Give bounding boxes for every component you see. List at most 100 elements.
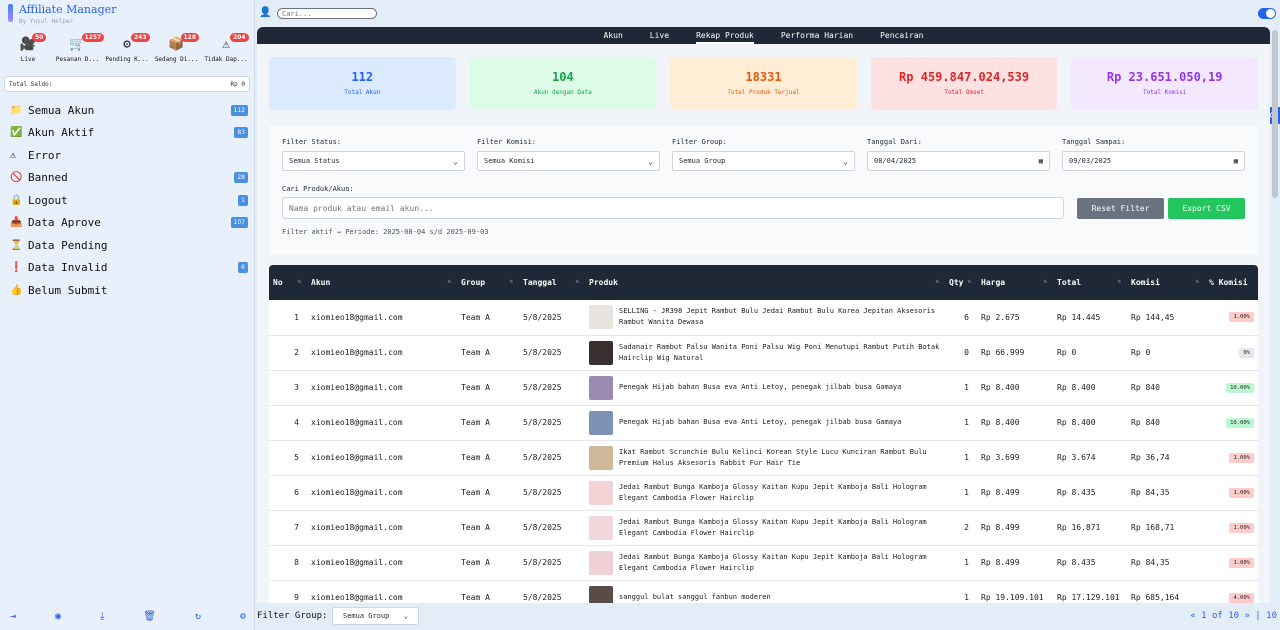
table-row[interactable]: 9 xiomieo18@gmail.com Team A 5/8/2025 sanggu… — [269, 580, 1258, 603]
cell-no: 9 — [294, 593, 299, 602]
cell-no: 6 — [294, 488, 299, 497]
filter-status-select[interactable]: Semua Status ⌄ — [282, 151, 465, 171]
search-input[interactable] — [277, 8, 377, 19]
pagination[interactable]: « 1 of 10 » | 10 — [1190, 611, 1277, 621]
sidebar-item[interactable]: 👍 Belum Submit — [10, 279, 248, 302]
page-size[interactable]: 10 — [1266, 611, 1277, 621]
product-thumbnail[interactable] — [589, 550, 613, 575]
scrollbar[interactable] — [1272, 30, 1278, 198]
tab[interactable]: Akun — [604, 27, 623, 44]
column-header[interactable]: Akun ⇅ — [307, 265, 457, 300]
settings-icon[interactable]: ⚙ — [240, 611, 246, 622]
column-header-label: Group — [461, 278, 486, 287]
status-shortcut[interactable]: 🎥 50 Live — [4, 33, 52, 63]
product-thumbnail[interactable] — [589, 480, 613, 505]
filter-komisi-select[interactable]: Semua Komisi ⌄ — [477, 151, 660, 171]
product-name: Ikat Rambut Scrunchie Bulu Kelinci Korea… — [619, 447, 927, 467]
sidebar-item-label: Belum Submit — [28, 283, 108, 297]
main-panel: Akun Live Rekap Produk Performa Harian Penca… — [257, 27, 1270, 603]
table-row[interactable]: 3 xiomieo18@gmail.com Team A 5/8/2025 Penega… — [269, 370, 1258, 405]
sidebar-item[interactable]: ❗ Data Invalid 6 — [10, 257, 248, 280]
pagination-text[interactable]: « 1 of 10 » — [1190, 611, 1250, 621]
trash-icon[interactable]: 🗑 — [143, 611, 156, 622]
pct-badge: 10.00% — [1226, 382, 1254, 393]
cell-harga: Rp 66.999 — [981, 348, 1025, 357]
thumbs-up-icon: 👍 — [10, 284, 23, 296]
cell-harga: Rp 8.400 — [981, 383, 1020, 392]
cell-produk: SELLING - JR398 Jepit Rambut Bulu Jedai … — [585, 300, 945, 335]
sidebar-toolbar: ⇥ ◉ ⤓ 🗑 ↻ ⚙ — [10, 611, 246, 622]
column-header[interactable]: Tanggal ⇅ — [519, 265, 585, 300]
filter-status-label: Filter Status: — [282, 138, 342, 146]
sidebar-item[interactable]: ⚠ Error — [10, 144, 248, 167]
search-product-input[interactable] — [282, 197, 1064, 219]
user-circle-icon[interactable]: ◉ — [55, 611, 61, 622]
sort-icon: ⇅ — [1117, 278, 1121, 285]
cell-produk: Ikat Rambut Scrunchie Bulu Kelinci Korea… — [585, 440, 945, 475]
reset-filter-button[interactable]: Reset Filter — [1077, 198, 1164, 219]
theme-toggle[interactable] — [1258, 8, 1276, 19]
product-name: sanggul bulat sanggul fanbun moderen — [619, 593, 771, 601]
product-thumbnail[interactable] — [589, 410, 613, 435]
count-badge: 107 — [230, 217, 248, 229]
summary-card: Rp 23.651.050,19 Total Komisi — [1071, 57, 1258, 110]
sidebar-item[interactable]: 🚫 Banned 28 — [10, 167, 248, 190]
filter-group-select[interactable]: Semua Group ⌄ — [672, 151, 855, 171]
column-header[interactable]: Total ⇅ — [1053, 265, 1127, 300]
tab[interactable]: Pencairan — [880, 27, 923, 44]
column-header[interactable]: Produk ⇅ — [585, 265, 945, 300]
folder-icon: 📁 — [10, 104, 23, 116]
count-badge: 28 — [234, 172, 248, 184]
sidebar-item[interactable]: ✅ Akun Aktif 83 — [10, 122, 248, 145]
table-row[interactable]: 7 xiomieo18@gmail.com Team A 5/8/2025 Jedai … — [269, 510, 1258, 545]
status-shortcut[interactable]: ⚠ 204 Tidak Dap... — [202, 33, 250, 63]
table-row[interactable]: 5 xiomieo18@gmail.com Team A 5/8/2025 Ikat R… — [269, 440, 1258, 475]
product-thumbnail[interactable] — [589, 585, 613, 603]
export-csv-button[interactable]: Export CSV — [1168, 198, 1245, 219]
status-shortcut[interactable]: 📦 128 Sedang Di... — [153, 33, 201, 63]
count-badge: 112 — [230, 104, 248, 116]
status-shortcut[interactable]: 🛒 1257 Pesanan D... — [54, 33, 105, 63]
cell-produk: Penegak Hijab bahan Busa eva Anti Letoy,… — [585, 370, 945, 405]
date-to-input[interactable]: 09/03/2025 ▦ — [1062, 151, 1245, 171]
tab[interactable]: Live — [650, 27, 669, 44]
column-header[interactable]: Qty ⇅ — [945, 265, 977, 300]
product-name: Penegak Hijab bahan Busa eva Anti Letoy,… — [619, 383, 902, 391]
table-row[interactable]: 2 xiomieo18@gmail.com Team A 5/8/2025 Sadana… — [269, 335, 1258, 370]
total-saldo: Total Saldo: Rp 0 — [4, 76, 250, 92]
product-name: Penegak Hijab bahan Busa eva Anti Letoy,… — [619, 418, 902, 426]
status-shortcut[interactable]: ⚙ 243 Pending K... — [103, 33, 151, 63]
add-user-icon[interactable]: 👤 — [259, 7, 271, 18]
sidebar-item[interactable]: 🔒 Logout 1 — [10, 189, 248, 212]
pct-badge: 4.00% — [1229, 592, 1254, 603]
product-thumbnail[interactable] — [589, 305, 613, 330]
refresh-icon[interactable]: ↻ — [195, 611, 201, 622]
column-header[interactable]: Komisi ⇅ — [1127, 265, 1205, 300]
product-thumbnail[interactable] — [589, 515, 613, 540]
download-icon[interactable]: ⤓ — [100, 611, 104, 622]
date-from-input[interactable]: 08/04/2025 ▦ — [867, 151, 1050, 171]
product-thumbnail[interactable] — [589, 375, 613, 400]
sidebar-item[interactable]: ⏳ Data Pending — [10, 234, 248, 257]
table-row[interactable]: 1 xiomieo18@gmail.com Team A 5/8/2025 SELLIN… — [269, 300, 1258, 335]
table-row[interactable]: 6 xiomieo18@gmail.com Team A 5/8/2025 Jedai … — [269, 475, 1258, 510]
sidebar: Affiliate Manager By Yuyul Helper 🎥 50 Liv… — [0, 0, 255, 630]
summary-card: 112 Total Akun — [269, 57, 456, 110]
table-row[interactable]: 8 xiomieo18@gmail.com Team A 5/8/2025 Jedai … — [269, 545, 1258, 580]
column-header[interactable]: % Komisi — [1205, 265, 1258, 300]
footer-group-select[interactable]: Semua Group ⌄ — [332, 607, 419, 625]
column-header-label: No — [273, 278, 283, 287]
logout-icon[interactable]: ⇥ — [10, 611, 16, 622]
column-header[interactable]: Group ⇅ — [457, 265, 519, 300]
tab[interactable]: Performa Harian — [781, 27, 853, 44]
product-thumbnail[interactable] — [589, 340, 613, 365]
sidebar-item[interactable]: 📁 Semua Akun 112 — [10, 99, 248, 122]
sidebar-item[interactable]: 📥 Data Aprove 107 — [10, 212, 248, 235]
column-header[interactable]: No ⇅ — [269, 265, 307, 300]
column-header[interactable]: Harga ⇅ — [977, 265, 1053, 300]
tab[interactable]: Rekap Produk — [696, 27, 754, 44]
table-row[interactable]: 4 xiomieo18@gmail.com Team A 5/8/2025 Penega… — [269, 405, 1258, 440]
product-thumbnail[interactable] — [589, 445, 613, 470]
card-value: 112 — [351, 70, 374, 84]
cell-no: 1 — [294, 312, 299, 322]
